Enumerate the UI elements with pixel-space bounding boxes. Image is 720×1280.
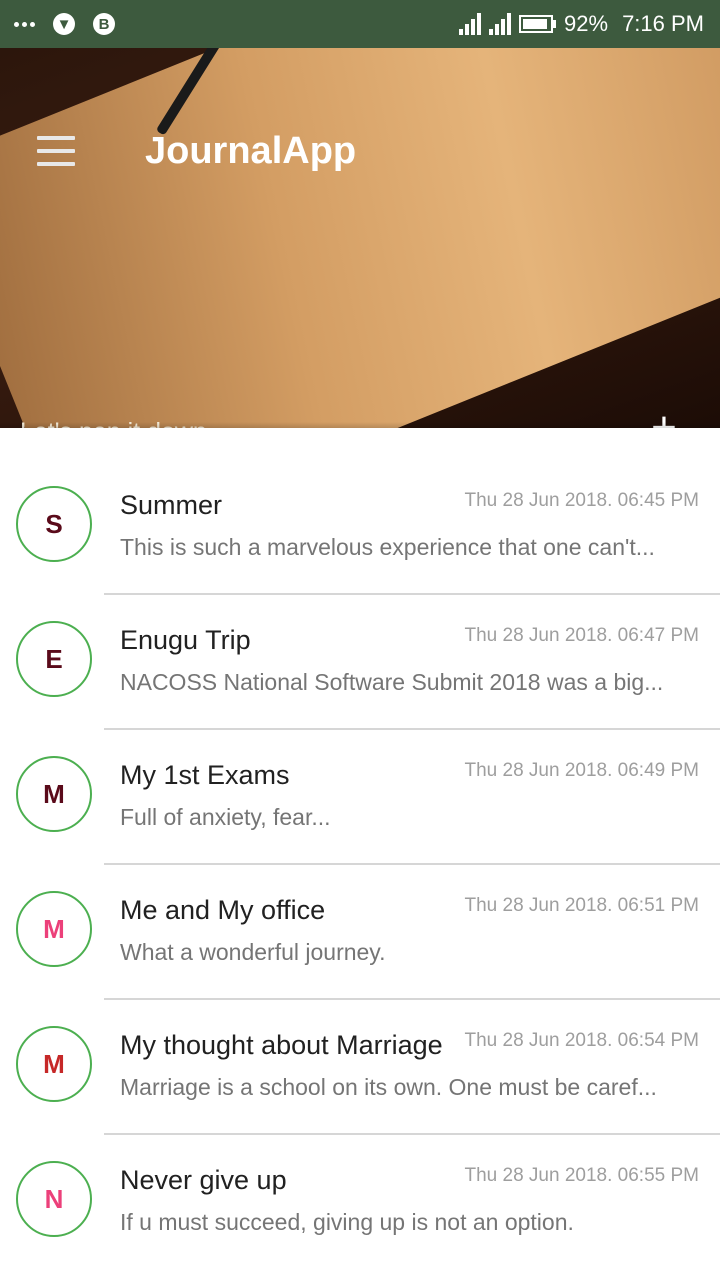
entry-preview: Full of anxiety, fear... (120, 804, 331, 830)
entry-avatar: M (16, 891, 92, 967)
journal-entry[interactable]: M My 1st Exams Thu 28 Jun 2018. 06:49 PM Fu… (0, 698, 720, 865)
clock: 7:16 PM (622, 11, 704, 36)
shield-app-icon: ▼ (53, 13, 75, 35)
entry-preview: If u must succeed, giving up is not an o… (120, 1209, 574, 1235)
entry-preview: Marriage is a school on its own. One mus… (120, 1074, 657, 1100)
banner-paper-image (0, 48, 720, 428)
entry-avatar: M (16, 756, 92, 832)
status-left: ▼ B (14, 0, 115, 48)
b-app-icon: B (93, 13, 115, 35)
more-notifications-icon (14, 21, 35, 27)
battery-percent: 92% (564, 11, 609, 36)
journal-entry[interactable]: S Summer Thu 28 Jun 2018. 06:45 PM This is … (0, 428, 720, 595)
entry-title: Never give up (120, 1165, 287, 1195)
entry-date: Thu 28 Jun 2018. 06:55 PM (464, 1165, 700, 1186)
entry-title: My thought about Marriage (120, 1030, 443, 1060)
menu-icon[interactable] (37, 136, 75, 166)
app-title: JournalApp (145, 130, 357, 172)
entry-date: Thu 28 Jun 2018. 06:45 PM (464, 490, 700, 511)
status-bar: ▼ B 92% 7:16 PM (0, 0, 720, 48)
entry-title: My 1st Exams (120, 760, 290, 790)
journal-entry[interactable]: M My thought about Marriage Thu 28 Jun 201… (0, 968, 720, 1135)
entry-preview: This is such a marvelous experience that… (120, 534, 655, 560)
header-banner: JournalApp Let's pen it down... + (0, 48, 720, 428)
status-right: 92% 7:16 PM (459, 0, 704, 48)
battery-icon (519, 15, 557, 33)
entry-avatar: S (16, 486, 92, 562)
entry-title: Me and My office (120, 895, 326, 925)
entry-date: Thu 28 Jun 2018. 06:47 PM (464, 625, 700, 646)
entry-date: Thu 28 Jun 2018. 06:51 PM (464, 895, 700, 916)
entry-avatar: M (16, 1026, 92, 1102)
journal-entry[interactable]: N Never give up Thu 28 Jun 2018. 06:55 PM I… (0, 1103, 720, 1238)
journal-entry-list: S Summer Thu 28 Jun 2018. 06:45 PM This is … (0, 428, 720, 1238)
signal-icon-2 (489, 13, 512, 35)
entry-title: Enugu Trip (120, 625, 251, 655)
journal-entry[interactable]: E Enugu Trip Thu 28 Jun 2018. 06:47 PM NACO… (0, 563, 720, 730)
entry-preview: NACOSS National Software Submit 2018 was… (120, 669, 664, 695)
entry-date: Thu 28 Jun 2018. 06:54 PM (464, 1030, 700, 1051)
entry-avatar: E (16, 621, 92, 697)
entry-preview: What a wonderful journey. (120, 939, 386, 965)
entry-avatar: N (16, 1161, 92, 1237)
journal-entry[interactable]: M Me and My office Thu 28 Jun 2018. 06:51 … (0, 833, 720, 1000)
entry-date: Thu 28 Jun 2018. 06:49 PM (464, 760, 700, 781)
entry-title: Summer (120, 490, 223, 520)
signal-icon (459, 13, 482, 35)
